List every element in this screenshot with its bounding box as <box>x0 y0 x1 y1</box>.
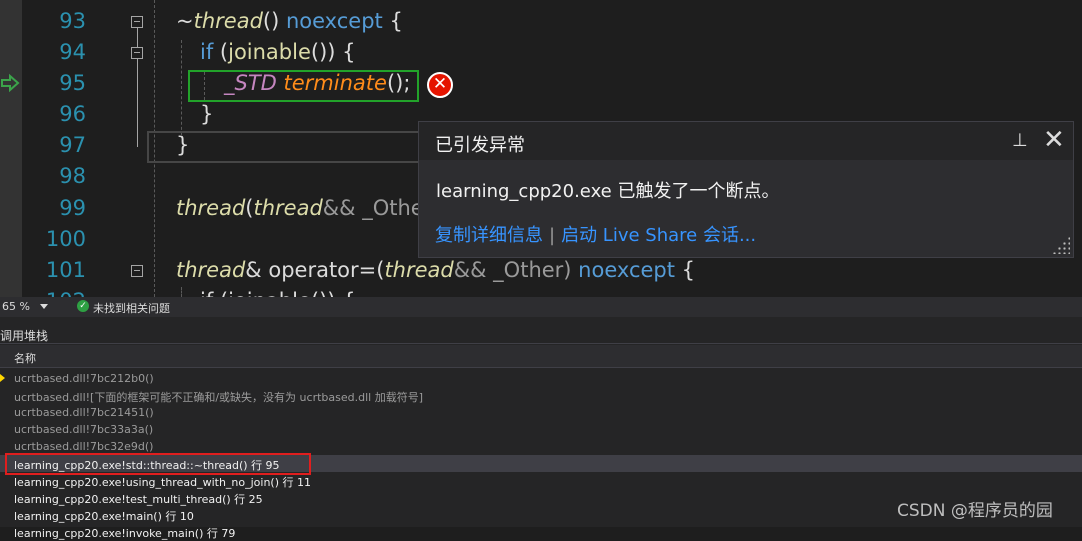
live-share-link[interactable]: 启动 Live Share 会话... <box>561 225 756 246</box>
line-number: 99 <box>59 196 86 220</box>
column-header-name[interactable]: 名称 <box>0 345 1082 368</box>
code-line-96: } <box>200 102 214 126</box>
line-number: 94 <box>59 40 86 64</box>
fold-toggle-icon[interactable] <box>131 47 143 59</box>
glyph-margin[interactable] <box>0 0 22 297</box>
code-line-101: thread& operator=(thread&& _Other) noexc… <box>176 258 696 282</box>
issues-status[interactable]: 未找到相关问题 <box>93 300 170 316</box>
fold-toggle-icon[interactable] <box>131 16 143 28</box>
check-icon: ✓ <box>77 300 89 312</box>
error-icon[interactable]: ✕ <box>427 72 453 98</box>
fold-line <box>137 28 138 47</box>
exception-message: learning_cpp20.exe 已触发了一个断点。 <box>436 181 780 202</box>
popup-links: 复制详细信息 | 启动 Live Share 会话... <box>435 221 756 247</box>
code-editor[interactable]: 93 94 95 96 97 98 99 100 101 102 ~thread… <box>0 0 1082 297</box>
pin-icon[interactable]: ⊥ <box>1012 130 1028 151</box>
call-stack-row[interactable]: ucrtbased.dll!7bc212b0() <box>0 370 1082 387</box>
code-line-99: thread(thread&& _Othe <box>176 196 424 220</box>
link-separator: | <box>549 225 556 246</box>
code-line-94: if (joinable()) { <box>200 40 356 64</box>
line-number-gutter: 93 94 95 96 97 98 99 100 101 102 <box>22 0 90 297</box>
line-number: 95 <box>59 71 86 95</box>
resize-grip-icon[interactable] <box>1052 236 1070 254</box>
line-number: 102 <box>46 289 86 297</box>
exception-popup: 已引发异常 ⊥ ✕ learning_cpp20.exe 已触发了一个断点。 复… <box>418 121 1074 258</box>
annotation-highlight-box <box>5 453 311 475</box>
fold-toggle-icon[interactable] <box>131 265 143 277</box>
code-line-102: if (joinable()) { <box>200 289 356 297</box>
fold-line <box>137 59 138 147</box>
code-line-97: } <box>176 133 190 157</box>
indent-guide <box>181 40 182 135</box>
call-stack-row[interactable]: ucrtbased.dll![下面的框架可能不正确和/或缺失，没有为 ucrtb… <box>0 387 1082 404</box>
zoom-level[interactable]: 65 % <box>2 300 30 313</box>
line-number: 93 <box>59 9 86 33</box>
call-stack-row[interactable]: learning_cpp20.exe!invoke_main() 行 79 <box>0 523 1082 540</box>
code-line-95: _STD terminate(); <box>224 71 411 95</box>
call-stack-row[interactable]: ucrtbased.dll!7bc33a3a() <box>0 421 1082 438</box>
divider <box>0 343 1082 344</box>
editor-status-bar: 65 % ✓ 未找到相关问题 <box>0 297 1082 317</box>
popup-header: 已引发异常 ⊥ ✕ <box>419 122 1073 160</box>
popup-title: 已引发异常 <box>435 135 525 156</box>
indent-guide <box>181 287 182 297</box>
current-statement-arrow-icon <box>1 73 20 93</box>
chevron-down-icon[interactable] <box>40 304 48 309</box>
watermark: CSDN @程序员的园 <box>897 501 1053 521</box>
panel-title: 调用堆栈 <box>0 329 49 343</box>
code-line-93: ~thread() noexcept { <box>176 9 403 33</box>
line-number: 97 <box>59 133 86 157</box>
line-number: 100 <box>45 227 86 251</box>
call-stack-row[interactable]: ucrtbased.dll!7bc21451() <box>0 404 1082 421</box>
line-number: 98 <box>59 164 86 188</box>
line-number: 96 <box>59 102 86 126</box>
copy-details-link[interactable]: 复制详细信息 <box>435 225 543 246</box>
line-number: 101 <box>45 258 86 282</box>
close-icon[interactable]: ✕ <box>1043 125 1065 155</box>
